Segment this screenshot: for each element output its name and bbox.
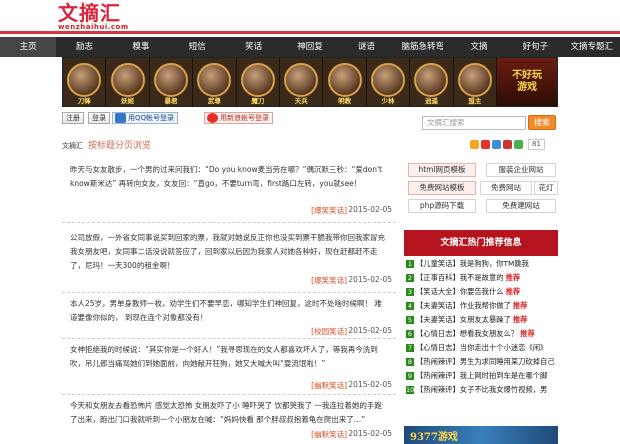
header-bar: 文摘汇 wenzhaihui.com	[0, 0, 620, 34]
sidebar: html网页模板 服装企业网站 免费网站模板 免费网站 花灯 php源码下载 免…	[404, 160, 558, 444]
nav-item-digest[interactable]: 文摘	[451, 37, 507, 57]
list-item: 女神拒绝我的时候说：“其实你是一个好人！”我寻思现在的女人都喜欢坏人了，等我再今…	[62, 341, 396, 395]
sidebar-tag[interactable]: 免费网站模板	[408, 181, 476, 195]
post-text: 昨天与女友散步，一个男的过来问我们：“Do you know麦当劳在哪？”偶沉默…	[70, 165, 382, 188]
qq-icon	[115, 113, 126, 123]
banner-avatar: 少林	[367, 58, 411, 106]
banner-avatar: 逍遥	[410, 58, 454, 106]
banner-avatar: 盟主	[454, 58, 498, 106]
breadcrumb: 文摘汇 按标题分页浏览	[62, 138, 396, 152]
nav-item-god-reply[interactable]: 神回复	[282, 37, 338, 57]
post-date: 2015-02-05	[348, 429, 392, 438]
post-category[interactable]: [校园笑话]	[311, 326, 347, 337]
share-weibo-icon[interactable]	[481, 139, 490, 149]
nav-item-good-sentences[interactable]: 好句子	[507, 37, 563, 57]
qq-login-button[interactable]: 用QQ帐号登录	[112, 112, 179, 124]
sidebar-tag[interactable]: 服装企业网站	[486, 163, 556, 177]
banner-avatar: 天兵	[280, 58, 324, 106]
register-button[interactable]: 注册	[62, 112, 84, 124]
share-tencent-icon[interactable]	[492, 139, 501, 149]
login-button[interactable]: 登录	[88, 112, 110, 124]
sidebar-tag[interactable]: 花灯	[534, 181, 558, 195]
post-text: 公司放假，一外省女同事说买到回家的票，我就对她说反正你也没买到票干脆我带你回我家…	[70, 233, 385, 270]
share-more-icon[interactable]	[514, 139, 523, 149]
nav-item-home[interactable]: 主页	[0, 37, 57, 57]
nav-item-topics[interactable]: 文摘专题汇	[564, 37, 620, 57]
list-item: 今天和女朋友去看恐怖片 感觉太恐怖 女朋友吓了小 睡吓哭了 饮都哭我了 一我连拉…	[62, 397, 396, 444]
post-category[interactable]: [幽默笑话]	[311, 380, 347, 391]
banner-avatar: 暴君	[150, 58, 194, 106]
search-button[interactable]: 搜索	[528, 115, 556, 130]
share-renren-icon[interactable]	[503, 139, 512, 149]
post-date: 2015-02-05	[348, 380, 392, 389]
list-item: 本人25岁，男单身教师一枚，劝学生们不要早恋，哪知学生们神回复，这时不处啥时候啊…	[62, 295, 396, 339]
game-banner-ad[interactable]: 刀锋 妖姬 暴君 武尊 魔刀 天兵 明教 少林 逍遥 盟主 不好玩 游戏	[62, 57, 558, 107]
nav-item-jokes[interactable]: 笑话	[225, 37, 281, 57]
post-text: 女神拒绝我的时候说：“其实你是一个好人！”我寻思现在的女人都喜欢坏人了，等我再今…	[70, 345, 378, 368]
list-item: 昨天与女友散步，一个男的过来问我们：“Do you know麦当劳在哪？”偶沉默…	[62, 157, 396, 223]
nav-item-embarrassing[interactable]: 糗事	[113, 37, 169, 57]
sidebar-game-ad[interactable]: 9377游戏	[404, 426, 558, 444]
weibo-login-button[interactable]: 用新浪帐号登录	[204, 112, 273, 124]
post-date: 2015-02-05	[348, 205, 392, 214]
logo-domain: wenzhaihui.com	[58, 23, 129, 31]
banner-avatar: 武尊	[193, 58, 237, 106]
post-date: 2015-02-05	[348, 326, 392, 335]
post-text: 今天和女朋友去看恐怖片 感觉太恐怖 女朋友吓了小 睡吓哭了 饮都哭我了 一我连拉…	[70, 401, 382, 424]
post-list: 昨天与女友散步，一个男的过来问我们：“Do you know麦当劳在哪？”偶沉默…	[62, 157, 396, 444]
share-qzone-icon[interactable]	[470, 139, 479, 149]
post-date: 2015-02-05	[348, 275, 392, 284]
list-item[interactable]: 7 【心情日志】当你走出十个小迷恋《闲》	[406, 342, 558, 354]
sidebar-tag[interactable]: html网页模板	[408, 163, 476, 177]
list-item[interactable]: 9 【热闹辣评】我上网时拍到车是在哪个脚	[406, 370, 558, 382]
list-item[interactable]: 1 【儿童笑话】我是狗狗，你TM跳我	[406, 258, 558, 270]
sidebar-tag[interactable]: php源码下载	[408, 199, 476, 213]
list-item[interactable]: 3 【笑话大全】你要告我什么 推荐	[406, 286, 558, 298]
site-logo[interactable]: 文摘汇 wenzhaihui.com	[58, 3, 158, 33]
list-item[interactable]: 4 【夫妻笑话】作业我帮你做了 推荐	[406, 300, 558, 312]
sidebar-tag-cloud: html网页模板 服装企业网站 免费网站模板 免费网站 花灯 php源码下载 免…	[404, 160, 558, 220]
hot-recommend-header: 文摘汇热门推荐信息	[404, 230, 558, 256]
main-nav: 主页 励志 糗事 短信 笑话 神回复 谜语 脑筋急转弯 文摘 好句子 文摘专题汇	[0, 37, 620, 57]
post-category[interactable]: [幽默笑话]	[311, 429, 347, 440]
list-item: 公司放假，一外省女同事说买到回家的票，我就对她说反正你也没买到票干脆我带你回我家…	[62, 225, 396, 293]
list-item[interactable]: 8 【热闹辣评】男生为求同睡用某刀砍掉自己	[406, 356, 558, 368]
list-item[interactable]: 6 【心情日志】想看我女朋友么？ 推荐	[406, 328, 558, 340]
list-item[interactable]: 2 【正事百科】我不是故意的 推荐	[406, 272, 558, 284]
logo-title: 文摘汇	[58, 1, 121, 25]
breadcrumb-page[interactable]: 按标题分页浏览	[88, 138, 151, 151]
nav-item-sms[interactable]: 短信	[169, 37, 225, 57]
nav-item-inspiration[interactable]: 励志	[56, 37, 112, 57]
breadcrumb-site[interactable]: 文摘汇	[62, 141, 83, 151]
nav-item-riddles[interactable]: 谜语	[338, 37, 394, 57]
banner-avatar: 明教	[323, 58, 367, 106]
share-count: 81	[528, 138, 545, 150]
banner-avatar: 魔刀	[237, 58, 281, 106]
banner-avatar: 刀锋	[63, 58, 107, 106]
banner-avatar: 妖姬	[106, 58, 150, 106]
post-category[interactable]: [爆笑笑话]	[311, 205, 347, 216]
sidebar-tag[interactable]: 免费建网站	[486, 199, 556, 213]
nav-item-brain-teasers[interactable]: 脑筋急转弯	[395, 37, 451, 57]
weibo-icon	[207, 113, 218, 123]
post-text: 本人25岁，男单身教师一枚，劝学生们不要早恋，哪知学生们神回复，这时不处啥时候啊…	[70, 299, 382, 322]
sidebar-tag[interactable]: 免费网站	[480, 181, 532, 195]
search-input[interactable]: 文摘汇搜索	[422, 116, 526, 130]
banner-ad-badge: 不好玩 游戏	[497, 58, 557, 106]
list-item[interactable]: 5 【夫妻笑话】女朋友太暴躁了 推荐	[406, 314, 558, 326]
list-item[interactable]: 10 【热闹辣评】女子不比我女爆竹视频，男	[406, 384, 558, 396]
post-category[interactable]: [爆笑笑话]	[311, 275, 347, 286]
share-bar: 81	[470, 138, 560, 150]
